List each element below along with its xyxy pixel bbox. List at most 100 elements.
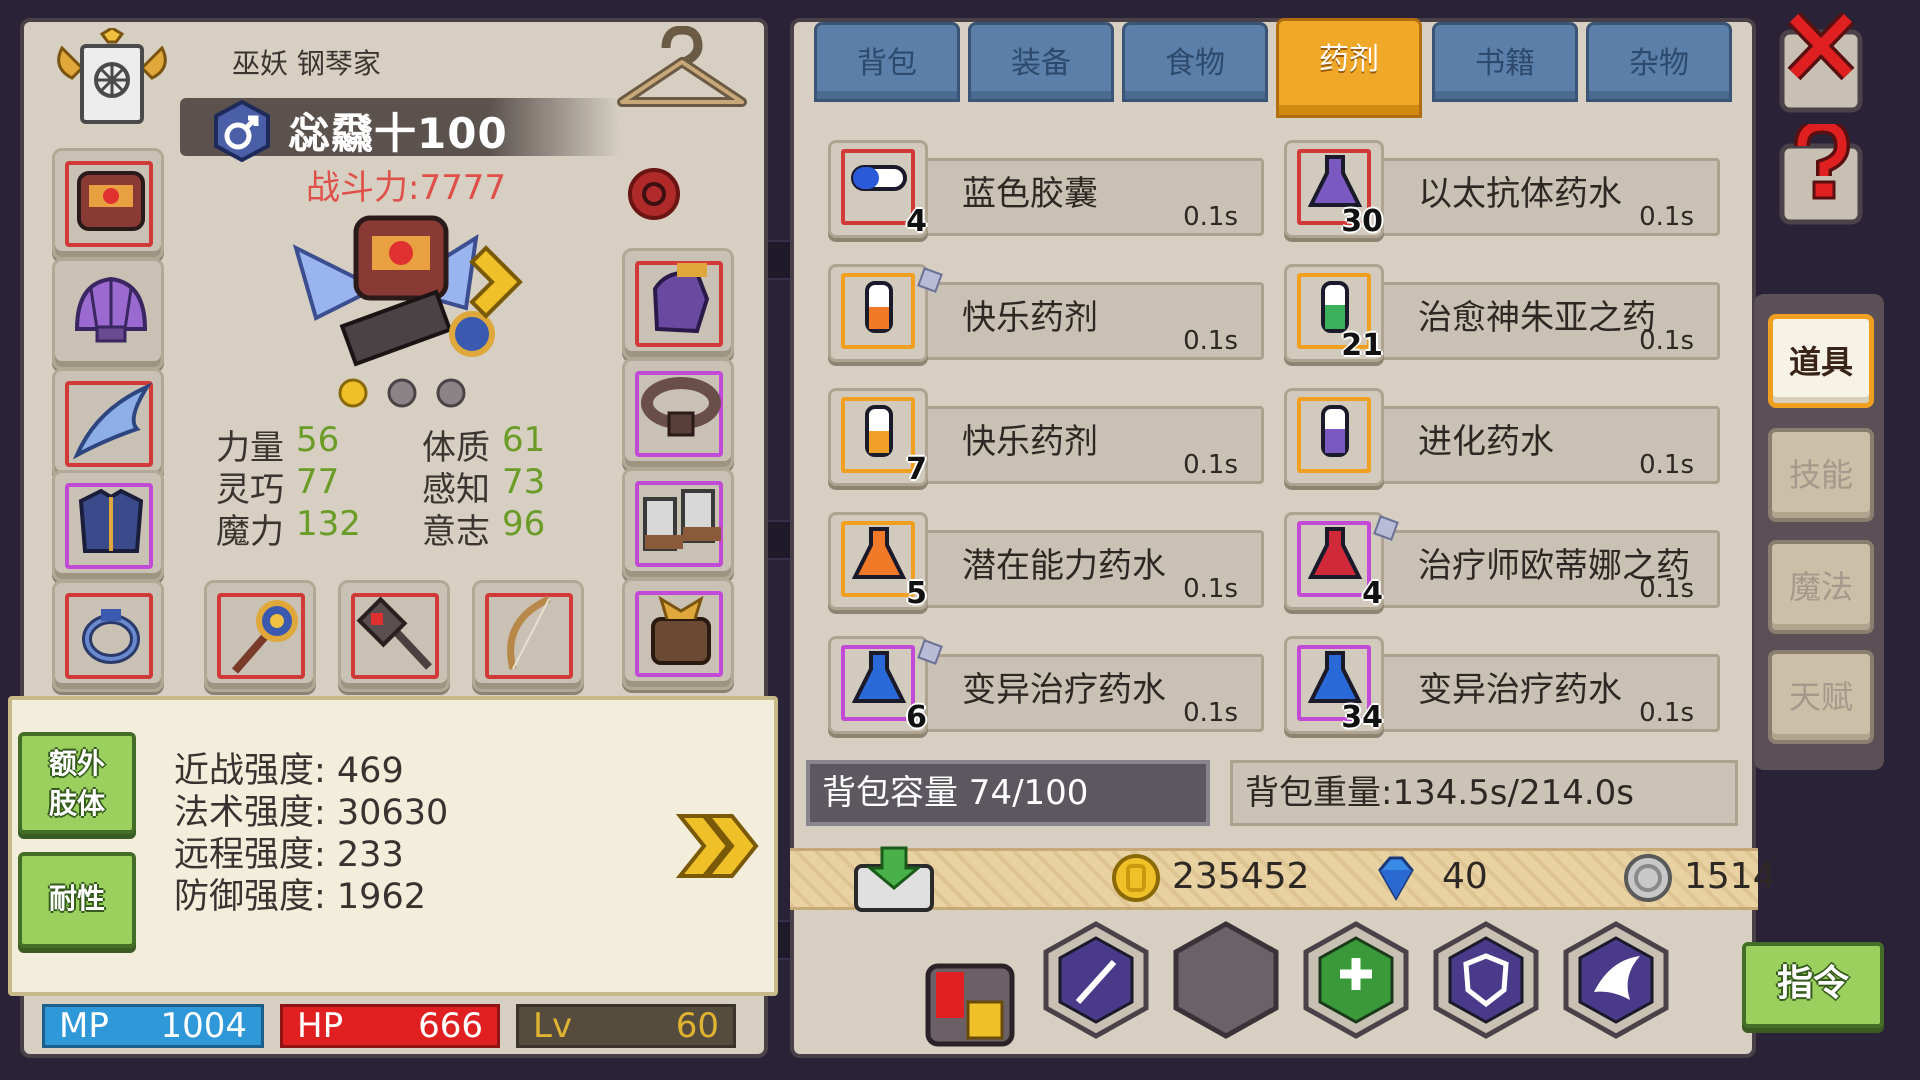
item-count: 21 <box>1341 328 1383 363</box>
item-name: 治愈神朱亚之药 <box>1418 298 1656 338</box>
character-name: 巫妖 钢琴家 <box>232 47 381 80</box>
list-item[interactable]: 34 变异治疗药水 0.1s <box>1278 636 1720 740</box>
sun-staff-icon <box>231 600 298 674</box>
close-icon[interactable] <box>1776 12 1866 116</box>
page-indicator <box>338 378 468 408</box>
side-tab-magic[interactable]: 魔法 <box>1768 540 1874 634</box>
download-inbox-icon[interactable] <box>852 846 936 914</box>
side-tab-items[interactable]: 道具 <box>1768 314 1874 408</box>
bow-icon <box>507 595 551 670</box>
stat-label: 魔力 <box>216 512 284 552</box>
stat-label: 意志 <box>422 512 490 552</box>
silver-amount: 1514 <box>1684 856 1776 897</box>
stat-value: 56 <box>296 420 340 460</box>
equip-slot-shell[interactable] <box>52 258 164 370</box>
skill-wind-icon[interactable] <box>1560 920 1672 1040</box>
list-item[interactable]: 4 蓝色胶囊 0.1s <box>822 140 1264 244</box>
list-item[interactable]: 5 潜在能力药水 0.1s <box>822 512 1264 616</box>
mp-value: 1004 <box>160 1006 247 1046</box>
armor-icon <box>78 488 144 553</box>
boots-icon <box>643 489 721 551</box>
gold-amount: 235452 <box>1172 856 1310 897</box>
backpack-weight: 背包重量:134.5s/214.0s <box>1230 760 1738 826</box>
level-label: Lv <box>533 1006 573 1046</box>
skill-shooting-star-icon[interactable] <box>1040 920 1152 1040</box>
tab-misc[interactable]: 杂物 <box>1586 22 1732 102</box>
equip-slot-ring[interactable] <box>52 580 164 692</box>
skill-heal-icon[interactable] <box>1300 920 1412 1040</box>
list-item[interactable]: 快乐药剂 0.1s <box>822 264 1264 368</box>
help-icon[interactable] <box>1776 124 1866 228</box>
item-count: 4 <box>1362 576 1383 611</box>
list-item[interactable]: 进化药水 0.1s <box>1278 388 1720 492</box>
item-name: 以太抗体药水 <box>1418 174 1622 214</box>
wing-icon <box>72 382 153 460</box>
item-weight: 0.1s <box>1639 202 1694 232</box>
equip-slot-staff[interactable] <box>204 580 316 692</box>
item-weight: 0.1s <box>1183 326 1238 356</box>
blue-flask-icon <box>851 651 907 703</box>
item-name: 进化药水 <box>1418 422 1554 462</box>
equip-slot-boots[interactable] <box>622 468 734 580</box>
item-name: 快乐药剂 <box>962 422 1098 462</box>
item-weight: 0.1s <box>1639 450 1694 480</box>
relic-icon[interactable] <box>626 162 682 224</box>
tab-books[interactable]: 书籍 <box>1432 22 1578 102</box>
item-count: 4 <box>906 204 927 239</box>
hp-value: 666 <box>418 1006 483 1046</box>
tab-food[interactable]: 食物 <box>1122 22 1268 102</box>
character-title: 惢飝十100 <box>288 109 508 158</box>
equip-slot-bow[interactable] <box>472 580 584 692</box>
command-button[interactable]: 指令 <box>1742 942 1884 1028</box>
tab-potions[interactable]: 药剂 <box>1276 18 1422 118</box>
gem-amount: 40 <box>1442 856 1488 897</box>
level-bar: Lv 60 <box>516 1004 736 1048</box>
equip-slot-helmet[interactable] <box>52 148 164 260</box>
hammer-icon <box>356 596 432 670</box>
resistance-button[interactable]: 耐性 <box>18 852 136 948</box>
equip-slot-gauntlet[interactable] <box>622 248 734 360</box>
side-tab-skills[interactable]: 技能 <box>1768 428 1874 522</box>
list-item[interactable]: 7 快乐药剂 0.1s <box>822 388 1264 492</box>
list-item[interactable]: 4 治疗师欧蒂娜之药 0.1s <box>1278 512 1720 616</box>
equip-slot-armor[interactable] <box>52 470 164 582</box>
combat-power: 战斗力:7777 <box>306 168 506 208</box>
equip-slot-pouch[interactable] <box>622 578 734 690</box>
item-count: 7 <box>906 452 927 487</box>
equip-slot-belt[interactable] <box>622 358 734 470</box>
stat-value: 77 <box>296 462 340 502</box>
equip-slot-hammer[interactable] <box>338 580 450 692</box>
pouch-icon <box>651 595 711 665</box>
ring-icon <box>82 609 140 664</box>
item-weight: 0.1s <box>1639 574 1694 604</box>
backpack-capacity: 背包容量 74/100 <box>806 760 1210 826</box>
stat-value: 96 <box>502 504 546 544</box>
item-name: 快乐药剂 <box>962 298 1098 338</box>
item-count: 6 <box>906 700 927 735</box>
item-name: 潜在能力药水 <box>962 546 1166 586</box>
stat-value: 73 <box>502 462 546 502</box>
skill-shield-icon[interactable] <box>1430 920 1542 1040</box>
extra-limbs-label-line1: 额外 <box>48 747 105 780</box>
blue-capsule-icon <box>851 165 907 191</box>
equip-slot-wing[interactable] <box>52 368 164 480</box>
hp-bar: HP 666 <box>280 1004 500 1048</box>
list-item[interactable]: 21 治愈神朱亚之药 0.1s <box>1278 264 1720 368</box>
item-count: 5 <box>906 576 927 611</box>
empty-skill-slot[interactable] <box>1170 920 1282 1040</box>
extra-limbs-button[interactable]: 额外 肢体 <box>18 732 136 834</box>
list-item[interactable]: 30 以太抗体药水 0.1s <box>1278 140 1720 244</box>
level-value: 60 <box>675 1006 719 1046</box>
swap-hotbar-icon[interactable] <box>924 962 1016 1048</box>
mp-bar: MP 1004 <box>42 1004 264 1048</box>
tab-backpack[interactable]: 背包 <box>814 22 960 102</box>
tab-equipment[interactable]: 装备 <box>968 22 1114 102</box>
side-tab-talent[interactable]: 天赋 <box>1768 650 1874 744</box>
item-name: 蓝色胶囊 <box>962 174 1098 214</box>
hanger-icon[interactable] <box>614 26 750 120</box>
stat-value: 61 <box>502 420 546 460</box>
purple-vial-icon <box>1321 405 1349 457</box>
list-item[interactable]: 6 变异治疗药水 0.1s <box>822 636 1264 740</box>
double-chevron-right-icon[interactable] <box>676 810 760 882</box>
item-weight: 0.1s <box>1639 326 1694 356</box>
